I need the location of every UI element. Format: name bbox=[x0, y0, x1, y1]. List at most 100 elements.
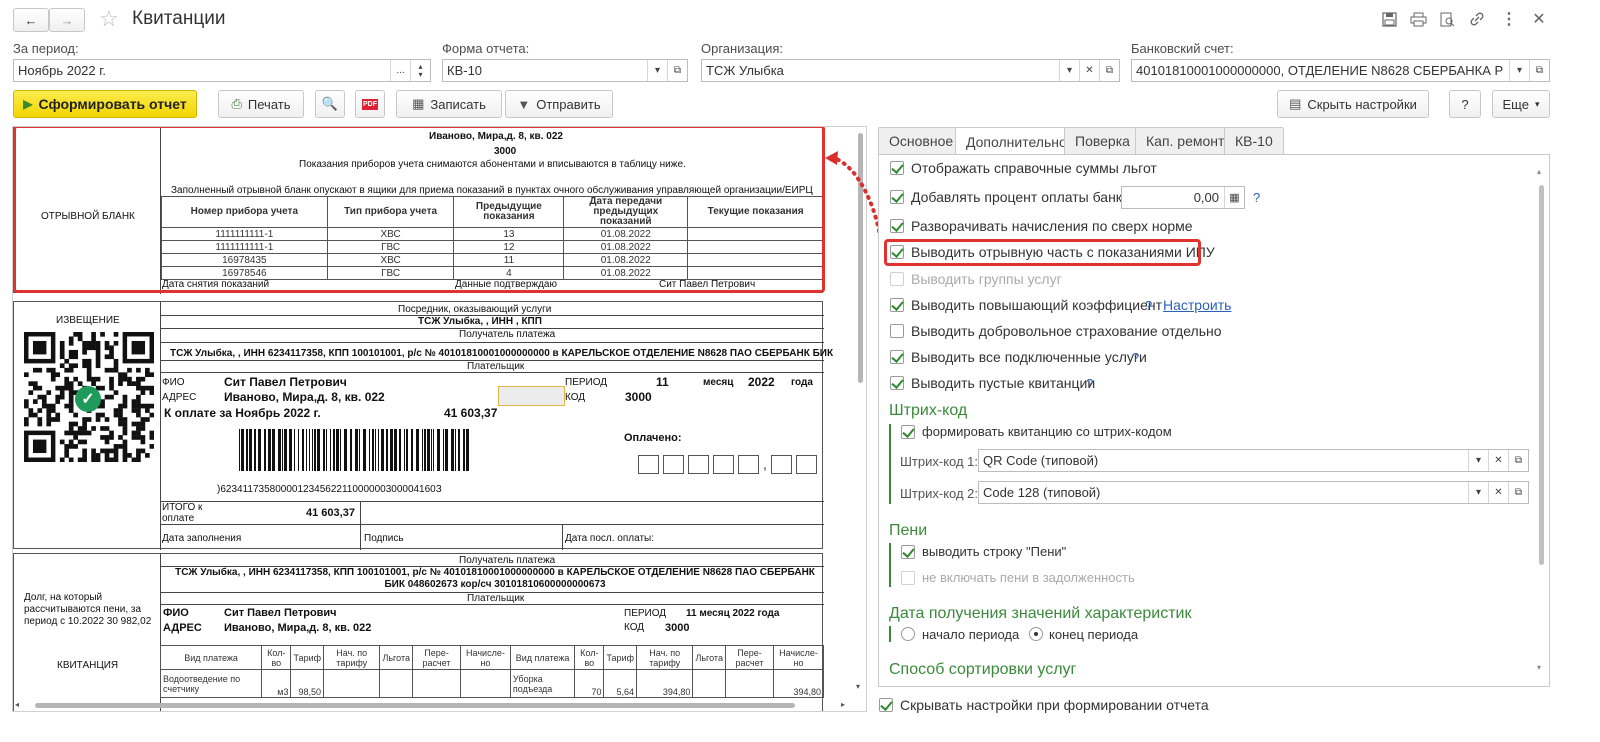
open-icon[interactable]: ⧉ bbox=[1529, 60, 1549, 81]
save-button[interactable]: ▦ Записать bbox=[396, 90, 502, 118]
tab-4[interactable]: Кап. ремонт bbox=[1135, 127, 1236, 154]
more-vertical-icon[interactable]: ⋮ bbox=[1500, 10, 1518, 28]
opt8-checkbox[interactable] bbox=[890, 350, 904, 364]
hide-settings-button[interactable]: ▤ Скрыть настройки bbox=[1277, 90, 1429, 118]
service-cell: 5,64 bbox=[603, 669, 637, 698]
forward-button[interactable]: → bbox=[49, 8, 85, 32]
clear-icon[interactable]: ✕ bbox=[1079, 60, 1099, 81]
service-cell bbox=[379, 669, 413, 698]
report-hscrollbar[interactable]: ◂ ▸ bbox=[13, 700, 856, 710]
opt6-label: Выводить повышающий коэффициент bbox=[911, 297, 1163, 313]
help-icon[interactable]: ? bbox=[1253, 190, 1260, 205]
opt5-checkbox[interactable] bbox=[890, 272, 904, 286]
barcode1-field[interactable]: QR Code (типовой) ▾ ✕ ⧉ bbox=[978, 449, 1529, 472]
open-icon[interactable]: ⧉ bbox=[667, 60, 687, 81]
form-field[interactable]: КВ-10 ▾ ⧉ bbox=[442, 59, 688, 82]
org-field[interactable]: ТСЖ Улыбка ▾ ✕ ⧉ bbox=[701, 59, 1120, 82]
services-table: Вид платежа Кол-во Тариф Нач. по тарифу Льго… bbox=[159, 645, 825, 698]
preview-button[interactable]: 🔍 bbox=[315, 90, 345, 118]
help-icon[interactable]: ? bbox=[1086, 376, 1093, 391]
barcode-checkbox[interactable] bbox=[901, 425, 915, 439]
period-value: Ноябрь 2022 г. bbox=[18, 63, 107, 78]
help-icon[interactable]: ? bbox=[1132, 350, 1139, 365]
link-icon[interactable] bbox=[1468, 10, 1486, 28]
fill-date-label: Дата заполнения bbox=[162, 533, 242, 544]
close-icon[interactable]: ✕ bbox=[1530, 10, 1548, 28]
report-area[interactable]: ОТРЫВНОЙ БЛАНК Иваново, Мира,д. 8, кв. 0… bbox=[12, 126, 867, 712]
service-cell: Уборка подъезда bbox=[509, 669, 576, 698]
receipt-label: КВИТАНЦИЯ bbox=[57, 660, 119, 671]
year-label: года bbox=[791, 377, 813, 388]
paid-label: Оплачено: bbox=[624, 432, 682, 444]
peni-checkbox[interactable] bbox=[901, 545, 915, 559]
tab-3[interactable]: Поверка bbox=[1064, 127, 1141, 154]
hide-settings-checkbox[interactable] bbox=[879, 698, 893, 712]
bank-percent-input[interactable]: 0,00 ▦ bbox=[1121, 186, 1245, 209]
fio-value-2: Сит Павел Петрович bbox=[224, 607, 337, 619]
print-button[interactable]: ⎙ Печать bbox=[218, 90, 304, 118]
opt6-checkbox[interactable] bbox=[890, 298, 904, 312]
generate-report-button[interactable]: ▶ Сформировать отчет bbox=[13, 90, 197, 118]
org-value: ТСЖ Улыбка bbox=[706, 63, 784, 78]
opt3-checkbox[interactable] bbox=[890, 219, 904, 233]
service-header: Кол-во bbox=[574, 645, 605, 670]
selected-cell[interactable] bbox=[498, 386, 565, 406]
service-header: Кол-во bbox=[261, 645, 292, 670]
service-header: Начисле-но bbox=[459, 645, 511, 670]
pdf-button[interactable]: PDF bbox=[355, 90, 385, 118]
pay-for-label: К оплате за Ноябрь 2022 г. bbox=[164, 406, 321, 420]
clear-icon[interactable]: ✕ bbox=[1488, 482, 1508, 503]
chevron-down-icon[interactable]: ▾ bbox=[1468, 450, 1488, 471]
service-header: Вид платежа bbox=[159, 645, 263, 670]
window-title: Квитанции bbox=[132, 8, 226, 29]
clear-icon[interactable]: ✕ bbox=[1488, 450, 1508, 471]
radio-period-end[interactable] bbox=[1029, 627, 1043, 641]
opt7-checkbox[interactable] bbox=[890, 324, 904, 338]
period-field[interactable]: Ноябрь 2022 г. ... ▴ ▾ bbox=[13, 59, 431, 82]
service-header: Льгота bbox=[379, 645, 413, 670]
more-button[interactable]: Еще ▾ bbox=[1492, 90, 1550, 118]
save-icon[interactable] bbox=[1380, 10, 1398, 28]
service-header: Пере-расчет bbox=[411, 645, 461, 670]
org-line: ТСЖ Улыбка, , ИНН , КПП bbox=[418, 316, 542, 327]
bank-field[interactable]: 40101810001000000000, ОТДЕЛЕНИЕ N8628 СБ… bbox=[1131, 59, 1550, 82]
peni-debt-label: не включать пени в задолженность bbox=[922, 570, 1135, 585]
help-button[interactable]: ? bbox=[1449, 90, 1481, 118]
tab-5[interactable]: КВ-10 bbox=[1224, 127, 1284, 154]
tab-1[interactable]: Основное bbox=[878, 127, 965, 154]
code-label-2: КОД bbox=[624, 622, 645, 633]
opt2-checkbox[interactable] bbox=[890, 190, 904, 204]
open-icon[interactable]: ⧉ bbox=[1508, 482, 1528, 503]
back-button[interactable]: ← bbox=[13, 8, 49, 32]
notice-block: ИЗВЕЩЕНИЕ ✓ Посредник, оказывающий услуг… bbox=[13, 301, 833, 550]
peni-section-title: Пени bbox=[889, 522, 928, 539]
opt1-checkbox[interactable] bbox=[890, 161, 904, 175]
radio-period-start[interactable] bbox=[901, 627, 915, 641]
open-icon[interactable]: ⧉ bbox=[1099, 60, 1119, 81]
peni-debt-checkbox[interactable] bbox=[901, 571, 915, 585]
help-icon[interactable]: ? bbox=[1145, 298, 1152, 313]
org-label: Организация: bbox=[701, 41, 784, 56]
chevron-down-icon[interactable]: ▾ bbox=[647, 60, 667, 81]
barcode2-field[interactable]: Code 128 (типовой) ▾ ✕ ⧉ bbox=[978, 481, 1529, 504]
preview-icon[interactable] bbox=[1438, 10, 1456, 28]
period-select-button[interactable]: ... bbox=[390, 60, 410, 81]
star-icon[interactable]: ☆ bbox=[99, 6, 119, 32]
send-button[interactable]: ▼ Отправить bbox=[505, 90, 613, 118]
period-label: За период: bbox=[13, 41, 79, 56]
tear-off-highlight bbox=[13, 127, 825, 293]
chevron-down-icon[interactable]: ▾ bbox=[1468, 482, 1488, 503]
code-value: 3000 bbox=[625, 390, 652, 404]
printer-icon[interactable] bbox=[1409, 10, 1427, 28]
fio-label: ФИО bbox=[162, 377, 185, 388]
period-stepper[interactable]: ▴ ▾ bbox=[410, 60, 430, 81]
open-icon[interactable]: ⧉ bbox=[1508, 450, 1528, 471]
calculator-icon[interactable]: ▦ bbox=[1224, 187, 1244, 208]
service-cell bbox=[724, 669, 774, 698]
tab-2[interactable]: Дополнительно bbox=[955, 127, 1078, 155]
settings-vscrollbar[interactable]: ▴ ▾ bbox=[1537, 167, 1547, 677]
chevron-down-icon[interactable]: ▾ bbox=[1509, 60, 1529, 81]
configure-link[interactable]: Настроить bbox=[1163, 297, 1231, 313]
opt9-checkbox[interactable] bbox=[890, 376, 904, 390]
chevron-down-icon[interactable]: ▾ bbox=[1059, 60, 1079, 81]
